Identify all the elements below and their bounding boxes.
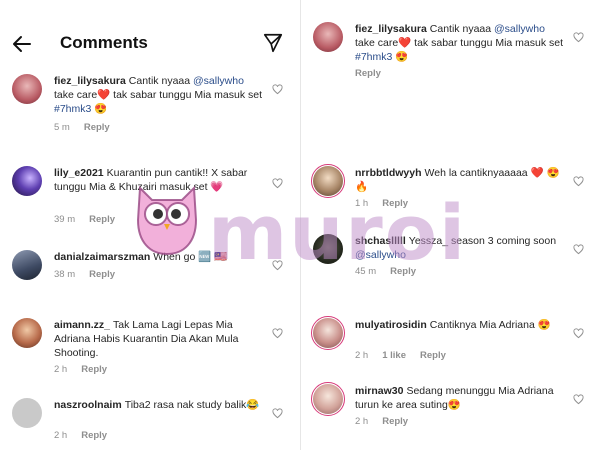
comment-meta: 2 h Reply: [54, 430, 121, 441]
avatar[interactable]: [12, 166, 42, 196]
comment-text: mulyatirosidin Cantiknya Mia Adriana 😍: [355, 319, 551, 331]
heart-icon[interactable]: [272, 84, 283, 95]
comment-meta: 1 h Reply: [355, 198, 422, 209]
mention-link[interactable]: @sallywho: [494, 23, 545, 35]
reply-button[interactable]: Reply: [382, 416, 408, 427]
reply-button[interactable]: Reply: [81, 364, 107, 375]
avatar[interactable]: [313, 22, 343, 52]
comment-meta: 2 h 1 like Reply: [355, 350, 460, 361]
reply-button[interactable]: Reply: [390, 266, 416, 277]
heart-icon[interactable]: [573, 328, 584, 339]
likes-count[interactable]: 1 like: [382, 350, 406, 361]
comment-text: fiez_lilysakura Cantik nyaaa @sallywho ta…: [355, 23, 564, 63]
comment-meta: 5 m Reply: [54, 122, 124, 133]
reply-button[interactable]: Reply: [84, 122, 110, 133]
heart-icon[interactable]: [272, 178, 283, 189]
comment-username[interactable]: danialzaimarszman: [54, 251, 150, 263]
comment-meta: 2 h Reply: [355, 416, 422, 427]
reply-button[interactable]: Reply: [382, 198, 408, 209]
heart-icon[interactable]: [573, 32, 584, 43]
comment-text: aimann.zz_ Tak Lama Lagi Lepas Mia Adrian…: [54, 319, 239, 359]
heart-icon[interactable]: [272, 408, 283, 419]
comment-meta: 2 h Reply: [54, 364, 121, 375]
avatar[interactable]: [313, 318, 343, 348]
comment-time: 1 h: [355, 198, 369, 209]
hashtag-link[interactable]: #7hmk3: [54, 103, 91, 115]
heart-icon[interactable]: [573, 394, 584, 405]
avatar[interactable]: [12, 74, 42, 104]
comment-username[interactable]: fiez_lilysakura: [355, 23, 427, 35]
comment-username[interactable]: aimann.zz_: [54, 319, 110, 331]
comment-time: 2 h: [355, 416, 369, 427]
comment-text: naszroolnaim Tiba2 rasa nak study balik😂: [54, 399, 260, 411]
comment-text: mirnaw30 Sedang menunggu Mia Adriana turu…: [355, 385, 554, 411]
comment-time: 39 m: [54, 214, 76, 225]
comment-time: 38 m: [54, 269, 76, 280]
comment-meta: 45 m Reply: [355, 266, 430, 277]
comment-text: nrrbbtldwyyh Weh la cantiknyaaaaa ❤️ 😍🔥: [355, 167, 560, 193]
comment-username[interactable]: mirnaw30: [355, 385, 403, 397]
page-title: Comments: [60, 33, 148, 52]
comment-time: 2 h: [54, 430, 68, 441]
comment-text: shchaslllll Yessza_ season 3 coming soon …: [355, 235, 557, 261]
heart-icon[interactable]: [272, 260, 283, 271]
comment-meta: Reply: [355, 68, 395, 79]
heart-icon[interactable]: [573, 244, 584, 255]
comment-username[interactable]: nrrbbtldwyyh: [355, 167, 422, 179]
reply-button[interactable]: Reply: [81, 430, 107, 441]
comments-panel-left: Comments fiez_lilysakura Cantik nyaaa @sa…: [0, 0, 300, 450]
comment-meta: 38 m Reply: [54, 269, 129, 280]
comment-time: 2 h: [355, 350, 369, 361]
comment-time: 2 h: [54, 364, 68, 375]
heart-icon[interactable]: [272, 328, 283, 339]
comment-text: fiez_lilysakura Cantik nyaaa @sallywho ta…: [54, 75, 263, 115]
reply-button[interactable]: Reply: [89, 269, 115, 280]
heart-icon[interactable]: [573, 176, 584, 187]
avatar[interactable]: [12, 398, 42, 428]
avatar[interactable]: [313, 384, 343, 414]
comment-meta: 39 m Reply: [54, 214, 129, 225]
reply-button[interactable]: Reply: [355, 68, 381, 79]
avatar[interactable]: [12, 250, 42, 280]
reply-button[interactable]: Reply: [420, 350, 446, 361]
reply-button[interactable]: Reply: [89, 214, 115, 225]
mention-link[interactable]: @sallywho: [193, 75, 244, 87]
comment-username[interactable]: mulyatirosidin: [355, 319, 427, 331]
hashtag-link[interactable]: #7hmk3: [355, 51, 392, 63]
comment-text: lily_e2021 Kuarantin pun cantik!! X sabar…: [54, 167, 248, 193]
send-icon[interactable]: [262, 32, 284, 54]
avatar[interactable]: [313, 166, 343, 196]
comment-time: 5 m: [54, 122, 70, 133]
comment-time: 45 m: [355, 266, 377, 277]
avatar[interactable]: [313, 234, 343, 264]
comment-text: danialzaimarszman When go 🆕 🇲🇾: [54, 251, 228, 263]
avatar[interactable]: [12, 318, 42, 348]
comment-username[interactable]: naszroolnaim: [54, 399, 122, 411]
comment-username[interactable]: fiez_lilysakura: [54, 75, 126, 87]
comments-panel-right: fiez_lilysakura Cantik nyaaa @sallywho ta…: [300, 0, 600, 450]
comment-username[interactable]: shchaslllll: [355, 235, 406, 247]
comment-username[interactable]: lily_e2021: [54, 167, 104, 179]
arrow-left-icon[interactable]: [10, 32, 34, 56]
comments-header: Comments: [0, 22, 300, 66]
mention-link[interactable]: @sallywho: [355, 249, 406, 261]
